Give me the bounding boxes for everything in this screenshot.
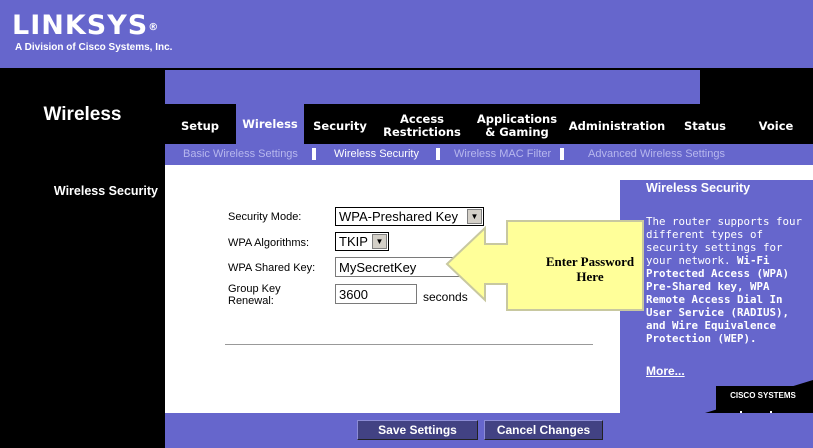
- shared-key-label: WPA Shared Key:: [228, 262, 316, 274]
- callout-text: Enter Password Here: [525, 254, 655, 284]
- subnav-separator: [436, 148, 440, 160]
- linksys-logo: LINKSYS®: [12, 10, 160, 41]
- callout-line2: Here: [576, 269, 604, 284]
- help-text-plain: The router supports four different types…: [646, 215, 803, 267]
- cisco-logo-text: CISCO SYSTEMS: [730, 391, 796, 400]
- page-title: Wireless: [43, 104, 122, 125]
- subnav-separator: [312, 148, 316, 160]
- group-key-label: Group Key Renewal:: [228, 283, 281, 307]
- group-key-label-line1: Group Key: [228, 283, 281, 295]
- subtab-basic-wireless-settings[interactable]: Basic Wireless Settings: [183, 148, 298, 160]
- wpa-algorithms-select[interactable]: TKIP ▼: [335, 232, 389, 251]
- subnav-separator: [560, 148, 564, 160]
- help-text-bold: Wi-Fi Protected Access (WPA) Pre-Shared …: [646, 254, 790, 345]
- tab-voice[interactable]: Voice: [746, 108, 806, 144]
- subtab-advanced-wireless-settings[interactable]: Advanced Wireless Settings: [588, 148, 725, 160]
- save-settings-button[interactable]: Save Settings: [357, 420, 478, 440]
- help-title: Wireless Security: [646, 181, 751, 195]
- group-key-label-line2: Renewal:: [228, 295, 274, 307]
- nav-band-accent: [165, 70, 700, 104]
- help-text: The router supports four different types…: [646, 215, 806, 345]
- dropdown-arrow-icon[interactable]: ▼: [372, 234, 387, 249]
- section-label: Wireless Security: [53, 184, 158, 198]
- wpa-algorithms-label: WPA Algorithms:: [228, 237, 310, 249]
- tab-security[interactable]: Security: [308, 108, 372, 144]
- security-mode-label: Security Mode:: [228, 211, 302, 223]
- more-link[interactable]: More...: [646, 364, 685, 378]
- left-column: [0, 165, 165, 448]
- subtab-wireless-mac-filter[interactable]: Wireless MAC Filter: [454, 148, 551, 160]
- logo-subtitle: A Division of Cisco Systems, Inc.: [15, 42, 173, 53]
- tab-status[interactable]: Status: [674, 108, 736, 144]
- wpa-algorithms-value: TKIP: [339, 234, 368, 249]
- tab-administration[interactable]: Administration: [566, 108, 668, 144]
- subtab-wireless-security[interactable]: Wireless Security: [334, 148, 419, 160]
- callout-line1: Enter Password: [545, 254, 635, 269]
- cancel-changes-button[interactable]: Cancel Changes: [484, 420, 603, 440]
- content-divider: [225, 344, 593, 345]
- tab-access-restrictions[interactable]: Access Restrictions: [378, 108, 466, 144]
- tab-applications-gaming[interactable]: Applications & Gaming: [470, 108, 564, 144]
- tab-wireless[interactable]: Wireless: [236, 104, 304, 144]
- security-mode-value: WPA-Preshared Key: [339, 209, 458, 224]
- tab-setup[interactable]: Setup: [172, 108, 228, 144]
- group-key-renewal-input[interactable]: 3600: [335, 284, 417, 304]
